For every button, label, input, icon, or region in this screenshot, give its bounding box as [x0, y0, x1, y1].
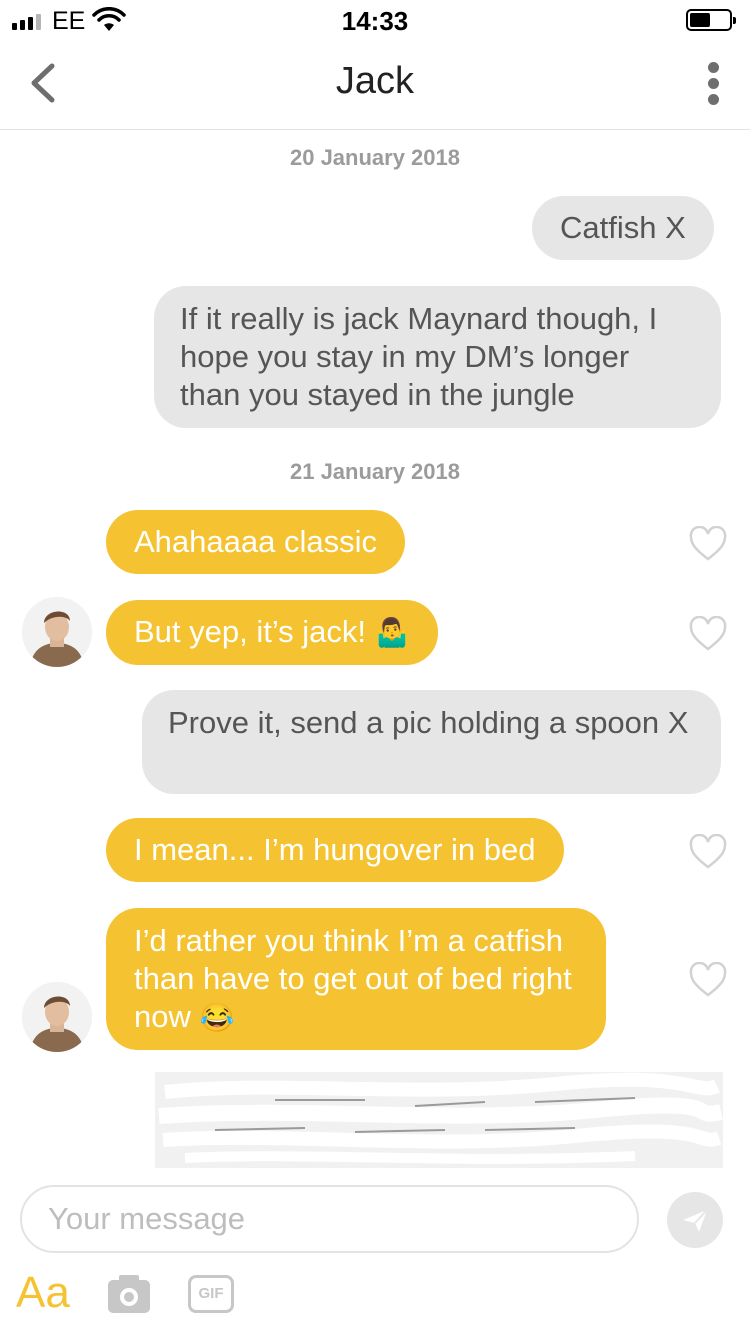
message-text: Catfish X	[560, 210, 686, 245]
heart-icon[interactable]	[688, 834, 728, 870]
battery-icon	[686, 9, 736, 31]
chat-title: Jack	[335, 60, 415, 102]
sent-message-bubble[interactable]: If it really is jack Maynard though, I h…	[154, 286, 721, 428]
redacted-message	[155, 1072, 723, 1168]
date-separator: 20 January 2018	[289, 145, 461, 170]
more-options-icon[interactable]	[700, 62, 726, 108]
camera-icon[interactable]	[106, 1272, 152, 1316]
gif-button[interactable]: GIF	[188, 1275, 234, 1313]
send-button[interactable]	[667, 1192, 723, 1248]
shrug-emoji: 🤷‍♂️	[374, 617, 410, 648]
message-text: Prove it, send a pic holding a spoon X	[168, 705, 689, 740]
send-icon	[683, 1209, 708, 1232]
received-message-bubble[interactable]: I’d rather you think I’m a catfish than …	[106, 908, 606, 1050]
avatar[interactable]	[22, 982, 92, 1052]
received-message-bubble[interactable]: But yep, it’s jack! 🤷‍♂️	[106, 600, 438, 665]
heart-icon[interactable]	[688, 526, 728, 562]
chat-header: Jack	[0, 40, 750, 130]
sent-message-bubble[interactable]: Prove it, send a pic holding a spoon X	[142, 690, 721, 794]
message-text: If it really is jack Maynard though, I h…	[180, 301, 658, 412]
laughing-emoji: 😂	[199, 1002, 235, 1033]
received-message-bubble[interactable]: I mean... I’m hungover in bed	[106, 818, 564, 882]
heart-icon[interactable]	[688, 616, 728, 652]
sent-message-bubble[interactable]: Catfish X	[532, 196, 714, 260]
message-input-placeholder: Your message	[48, 1201, 246, 1236]
status-time: 14:33	[341, 6, 409, 36]
heart-icon[interactable]	[688, 962, 728, 998]
profile-photo	[22, 597, 92, 667]
received-message-bubble[interactable]: Ahahaaaa classic	[106, 510, 405, 574]
message-text: But yep, it’s jack!	[134, 614, 367, 649]
text-format-button[interactable]: Aa	[16, 1268, 70, 1318]
avatar[interactable]	[22, 597, 92, 667]
profile-photo	[22, 982, 92, 1052]
message-text: I mean... I’m hungover in bed	[134, 832, 536, 867]
message-text: Ahahaaaa classic	[134, 524, 377, 559]
status-bar: EE 14:33	[0, 0, 750, 40]
date-separator: 21 January 2018	[289, 459, 461, 484]
message-input[interactable]: Your message	[20, 1185, 639, 1253]
